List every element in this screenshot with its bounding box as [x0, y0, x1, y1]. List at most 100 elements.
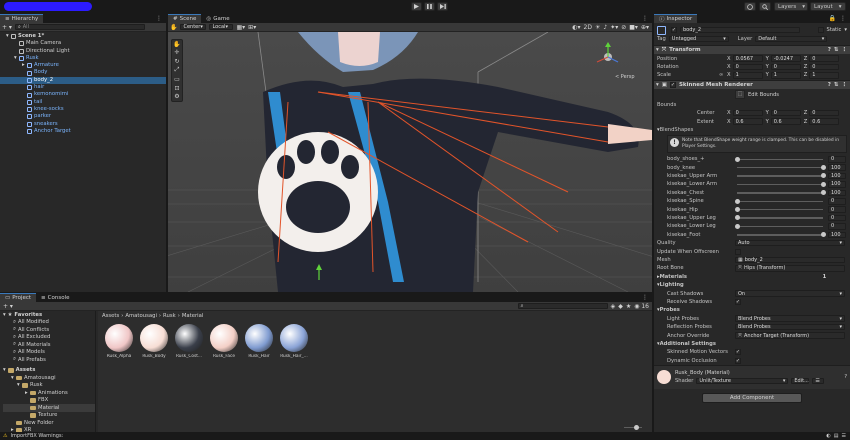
more-icon[interactable]: ⋮: [842, 82, 850, 88]
favorites-item[interactable]: ⌕ All Materials: [3, 341, 95, 349]
more-icon[interactable]: ⋮: [156, 15, 166, 22]
breadcrumb-item[interactable]: Material: [182, 313, 204, 319]
move-icon[interactable]: ✛: [174, 49, 179, 56]
center-x-field[interactable]: 0: [732, 109, 763, 117]
audio-icon[interactable]: ♪: [603, 24, 607, 31]
slider-knob[interactable]: [734, 215, 740, 221]
root-bone-field[interactable]: ⤧ Hips (Transform): [735, 265, 845, 272]
slider-knob[interactable]: [820, 164, 826, 170]
folder-item[interactable]: ▾ Rusk: [3, 382, 95, 390]
rotation-x-field[interactable]: 0: [732, 63, 763, 71]
mesh-field[interactable]: ▦ body_2: [735, 256, 845, 264]
hierarchy-item[interactable]: kemonomimi: [0, 91, 166, 98]
slider-knob[interactable]: [820, 190, 826, 196]
blendshape-value-field[interactable]: 0: [828, 206, 846, 213]
slider-knob[interactable]: [734, 206, 740, 212]
star-icon[interactable]: ★: [626, 303, 631, 310]
reflection-probes-dropdown[interactable]: Blend Probes ▾: [735, 323, 845, 331]
blendshape-slider[interactable]: [734, 206, 823, 212]
hierarchy-item[interactable]: knee-socks: [0, 106, 166, 113]
gizmos-icon[interactable]: ⊕▾: [641, 24, 652, 31]
hierarchy-item[interactable]: ▸ Armature: [0, 62, 166, 69]
filter-label-icon[interactable]: ◆: [618, 303, 623, 310]
help-icon[interactable]: ?: [828, 47, 831, 53]
hierarchy-item[interactable]: Main Camera: [0, 40, 166, 47]
object-name-field[interactable]: body_2: [680, 26, 800, 34]
slider-knob[interactable]: [734, 156, 740, 162]
scale-y-field[interactable]: 1: [770, 72, 801, 79]
filter-type-icon[interactable]: ◈: [611, 303, 616, 310]
position-x-field[interactable]: 0.0567: [732, 55, 763, 62]
rotation-y-field[interactable]: 0: [770, 63, 801, 71]
blendshape-slider[interactable]: [737, 173, 826, 179]
chevron-down-icon[interactable]: ▾: [844, 27, 847, 33]
hierarchy-item[interactable]: tail: [0, 99, 166, 106]
blendshape-slider[interactable]: [734, 198, 823, 204]
receive-shadows-checkbox[interactable]: ✓: [735, 298, 741, 305]
transform-header[interactable]: ▾ ⤧ Transform ? ⇅ ⋮: [654, 45, 850, 55]
eye-icon[interactable]: ◉ 16: [634, 303, 649, 310]
hierarchy-item[interactable]: parker: [0, 113, 166, 120]
folder-item[interactable]: ▸ Animations: [3, 389, 95, 397]
folder-item[interactable]: Texture: [3, 412, 95, 420]
slider-knob[interactable]: [734, 198, 740, 204]
light-icon[interactable]: ☀: [595, 24, 600, 31]
hierarchy-item[interactable]: ▾ Rusk: [0, 55, 166, 62]
material-asset[interactable]: Rusk_Alpha: [104, 324, 134, 359]
hierarchy-item[interactable]: ▾ Scene 1*: [0, 33, 166, 40]
material-asset[interactable]: Rusk_Hair: [244, 324, 274, 359]
position-y-field[interactable]: -0.0247: [770, 55, 801, 62]
history-button[interactable]: [744, 2, 756, 11]
slider-knob[interactable]: [820, 173, 826, 179]
pause-button[interactable]: [424, 2, 435, 11]
blendshape-value-field[interactable]: 100: [828, 181, 846, 188]
transform-icon[interactable]: ⊡: [174, 85, 179, 92]
more-icon[interactable]: ⋮: [642, 294, 652, 301]
hand-icon[interactable]: ✋: [173, 41, 180, 48]
tab-project[interactable]: ▭ Project: [0, 293, 37, 302]
material-asset[interactable]: Rusk_Cost...: [174, 324, 204, 359]
project-search-input[interactable]: ⌕: [517, 302, 608, 310]
grid-icon[interactable]: ▦▾: [236, 24, 245, 31]
position-z-field[interactable]: 0: [809, 55, 840, 62]
active-checkbox[interactable]: ✓: [671, 27, 677, 33]
blendshape-slider[interactable]: [737, 232, 826, 238]
2d-toggle[interactable]: 2D: [584, 24, 592, 31]
breadcrumb-item[interactable]: Amatousagi: [125, 313, 157, 319]
more-icon[interactable]: ⋮: [842, 47, 850, 53]
hierarchy-search-input[interactable]: ⌕ All: [14, 23, 145, 31]
probes-foldout[interactable]: ▾ Probes: [657, 306, 847, 314]
shading-icon[interactable]: ◐▾: [572, 24, 580, 31]
search-button[interactable]: [759, 2, 771, 11]
scene-viewport[interactable]: [168, 32, 652, 292]
step-button[interactable]: [437, 2, 448, 11]
layers-dropdown[interactable]: Layers ▾: [774, 2, 808, 11]
blendshape-slider[interactable]: [734, 156, 823, 162]
materials-foldout[interactable]: ▸ Materials 1: [657, 273, 847, 281]
hierarchy-item[interactable]: body_2: [0, 76, 166, 85]
shader-dropdown[interactable]: Unlit/Texture ▾: [696, 377, 789, 385]
add-icon[interactable]: + ▾: [3, 303, 13, 310]
extent-x-field[interactable]: 0.6: [732, 118, 763, 125]
shader-edit-button[interactable]: Edit...: [791, 377, 810, 385]
material-asset[interactable]: Rusk_Hair_...: [279, 324, 309, 359]
blendshape-slider[interactable]: [734, 223, 823, 229]
blendshape-slider[interactable]: [737, 181, 826, 187]
light-probes-dropdown[interactable]: Blend Probes ▾: [735, 315, 845, 322]
smr-enabled-checkbox[interactable]: ✓: [669, 81, 676, 88]
slider-knob[interactable]: [734, 223, 740, 229]
add-component-button[interactable]: Add Component: [702, 392, 802, 403]
blendshape-slider[interactable]: [734, 215, 823, 221]
folder-item[interactable]: Material: [3, 404, 95, 412]
tab-game[interactable]: ◎ Game: [201, 14, 234, 23]
blendshape-value-field[interactable]: 100: [828, 164, 846, 171]
material-asset[interactable]: Rusk_Body: [139, 324, 169, 359]
extent-z-field[interactable]: 0.6: [809, 118, 840, 125]
tab-hierarchy[interactable]: ≡ Hierarchy: [0, 14, 44, 23]
help-icon[interactable]: ?: [844, 374, 847, 380]
custom-tool-icon[interactable]: ⚙: [174, 93, 179, 100]
blendshape-value-field[interactable]: 100: [828, 231, 846, 239]
hierarchy-item[interactable]: hair: [0, 84, 166, 91]
status-warning[interactable]: ImportFBX Warnings:: [10, 433, 63, 439]
favorites-foldout[interactable]: ▾ ★ Favorites: [3, 311, 95, 319]
